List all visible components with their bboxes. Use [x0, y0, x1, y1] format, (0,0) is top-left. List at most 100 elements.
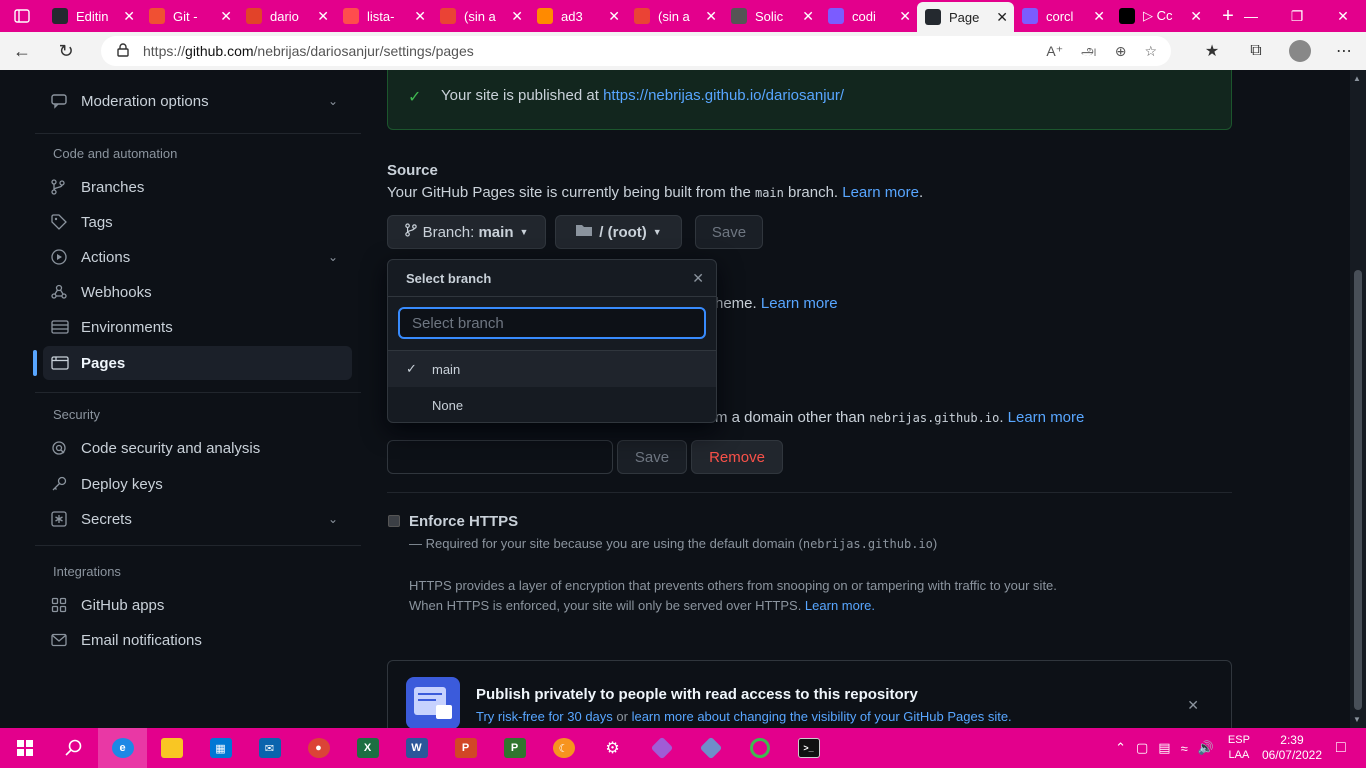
- https-learn-more-link[interactable]: Learn more.: [805, 598, 875, 613]
- close-tab-icon[interactable]: ✕: [317, 8, 329, 25]
- store-icon[interactable]: ▦: [196, 728, 245, 768]
- windows-icon[interactable]: [0, 728, 49, 768]
- tab-actions-icon[interactable]: [0, 0, 44, 32]
- branch-filter-input[interactable]: [398, 307, 706, 339]
- scrollbar-thumb[interactable]: [1354, 270, 1362, 710]
- powerpoint-icon[interactable]: P: [441, 728, 490, 768]
- network-icon[interactable]: ▤: [1158, 740, 1170, 756]
- close-tab-icon[interactable]: ✕: [220, 8, 232, 25]
- collections-icon[interactable]: ⧉: [1234, 32, 1278, 70]
- branch-option-main[interactable]: ✓ main: [388, 351, 716, 387]
- wifi-icon[interactable]: ≈: [1181, 741, 1188, 756]
- sidebar-item-code-security[interactable]: Code security and analysis: [43, 431, 352, 465]
- browser-tab[interactable]: Git - ✕: [141, 0, 238, 32]
- close-tab-icon[interactable]: ✕: [705, 8, 717, 25]
- sidebar-item-moderation[interactable]: Moderation options ⌄: [43, 84, 352, 118]
- scroll-up-icon[interactable]: ▲: [1353, 74, 1361, 83]
- browser-tab[interactable]: ▷ Cc ✕: [1111, 0, 1208, 32]
- clock[interactable]: 2:39 06/07/2022: [1262, 733, 1322, 763]
- address-bar[interactable]: https://github.com/nebrijas/dariosanjur/…: [101, 36, 1171, 66]
- close-icon[interactable]: ✕: [692, 270, 704, 287]
- zoom-icon[interactable]: ⊕: [1115, 43, 1127, 60]
- source-save-button[interactable]: Save: [695, 215, 763, 249]
- eclipse-icon[interactable]: ☾: [539, 728, 588, 768]
- edge-icon[interactable]: e: [98, 728, 147, 768]
- sidebar-item-secrets[interactable]: Secrets ⌄: [43, 502, 352, 536]
- domain-remove-button[interactable]: Remove: [691, 440, 783, 474]
- browser-tab[interactable]: corcl ✕: [1014, 0, 1111, 32]
- settings-icon[interactable]: ⚙: [588, 728, 637, 768]
- device-icon[interactable]: ▢: [1136, 740, 1148, 756]
- chrome-icon[interactable]: ●: [294, 728, 343, 768]
- word-icon[interactable]: W: [392, 728, 441, 768]
- profile-avatar[interactable]: [1278, 32, 1322, 70]
- browser-tab[interactable]: Solic ✕: [723, 0, 820, 32]
- sidebar-item-github-apps[interactable]: GitHub apps: [43, 588, 352, 622]
- sidebar-item-environments[interactable]: Environments: [43, 310, 352, 344]
- sidebar-item-tags[interactable]: Tags: [43, 205, 352, 239]
- search-icon[interactable]: [49, 728, 98, 768]
- sidebar-item-email-notifications[interactable]: Email notifications: [43, 623, 352, 657]
- read-aloud-icon[interactable]: A⁺: [1046, 43, 1063, 60]
- close-tab-icon[interactable]: ✕: [414, 8, 426, 25]
- chevron-up-icon[interactable]: ⌃: [1115, 740, 1126, 756]
- explorer-icon[interactable]: [147, 728, 196, 768]
- sidebar-item-actions[interactable]: Actions ⌄: [43, 240, 352, 274]
- browser-tab[interactable]: (sin a ✕: [626, 0, 723, 32]
- learn-more-visibility-link[interactable]: learn more about changing the visibility…: [632, 709, 1012, 724]
- notification-icon[interactable]: □: [1336, 739, 1366, 757]
- translate-icon[interactable]: அ: [1081, 42, 1097, 61]
- volume-icon[interactable]: 🔊: [1198, 740, 1214, 756]
- minimize-icon[interactable]: —: [1228, 0, 1274, 32]
- custom-domain-input[interactable]: [387, 440, 613, 474]
- close-tab-icon[interactable]: ✕: [1093, 8, 1105, 25]
- browser-tab[interactable]: ad3 ✕: [529, 0, 626, 32]
- browser-tab[interactable]: dario ✕: [238, 0, 335, 32]
- browser-tab[interactable]: lista- ✕: [335, 0, 432, 32]
- close-tab-icon[interactable]: ✕: [1190, 8, 1202, 25]
- refresh-icon[interactable]: ↻: [44, 32, 88, 70]
- spinner-icon[interactable]: [735, 728, 784, 768]
- more-options-icon[interactable]: ⋯: [1322, 32, 1366, 70]
- mail-icon[interactable]: ✉: [245, 728, 294, 768]
- enforce-https-checkbox[interactable]: [388, 515, 400, 527]
- theme-learn-more-link[interactable]: Learn more: [761, 295, 838, 312]
- sidebar-divider: [35, 392, 361, 393]
- restore-icon[interactable]: ❐: [1274, 0, 1320, 32]
- source-learn-more-link[interactable]: Learn more: [842, 184, 919, 201]
- try-risk-free-link[interactable]: Try risk-free for 30 days: [476, 709, 613, 724]
- scroll-down-icon[interactable]: ▼: [1353, 715, 1361, 724]
- sidebar-item-webhooks[interactable]: Webhooks: [43, 275, 352, 309]
- branch-option-none[interactable]: None: [388, 387, 716, 423]
- branch-select-button[interactable]: Branch: main ▼: [387, 215, 546, 249]
- close-window-icon[interactable]: ✕: [1320, 0, 1366, 32]
- browser-tab[interactable]: (sin a ✕: [432, 0, 529, 32]
- back-icon[interactable]: ←: [0, 32, 44, 70]
- close-tab-icon[interactable]: ✕: [511, 8, 523, 25]
- published-site-link[interactable]: https://nebrijas.github.io/dariosanjur/: [603, 87, 844, 104]
- browser-tab[interactable]: Editin ✕: [44, 0, 141, 32]
- excel-icon[interactable]: X: [343, 728, 392, 768]
- add-favorite-icon[interactable]: ☆: [1144, 43, 1157, 60]
- git-gui-icon[interactable]: [686, 728, 735, 768]
- sidebar-item-pages[interactable]: Pages: [33, 346, 352, 380]
- close-tab-icon[interactable]: ✕: [996, 9, 1008, 26]
- close-tab-icon[interactable]: ✕: [802, 8, 814, 25]
- page-scrollbar[interactable]: ▲ ▼: [1350, 70, 1366, 728]
- close-tab-icon[interactable]: ✕: [608, 8, 620, 25]
- browser-tab[interactable]: codi ✕: [820, 0, 917, 32]
- domain-learn-more-link[interactable]: Learn more: [1008, 409, 1085, 426]
- language-indicator[interactable]: ESP LAA: [1228, 733, 1250, 763]
- close-icon[interactable]: ✕: [1187, 697, 1199, 714]
- git-icon[interactable]: [637, 728, 686, 768]
- sidebar-item-deploy-keys[interactable]: Deploy keys: [43, 467, 352, 501]
- folder-select-button[interactable]: / (root) ▼: [555, 215, 682, 249]
- close-tab-icon[interactable]: ✕: [899, 8, 911, 25]
- browser-tab[interactable]: Page ✕: [917, 2, 1014, 32]
- close-tab-icon[interactable]: ✕: [123, 8, 135, 25]
- domain-save-button[interactable]: Save: [617, 440, 687, 474]
- sidebar-item-branches[interactable]: Branches: [43, 170, 352, 204]
- terminal-icon[interactable]: >_: [784, 728, 833, 768]
- favorites-icon[interactable]: ★: [1190, 32, 1234, 70]
- project-icon[interactable]: P: [490, 728, 539, 768]
